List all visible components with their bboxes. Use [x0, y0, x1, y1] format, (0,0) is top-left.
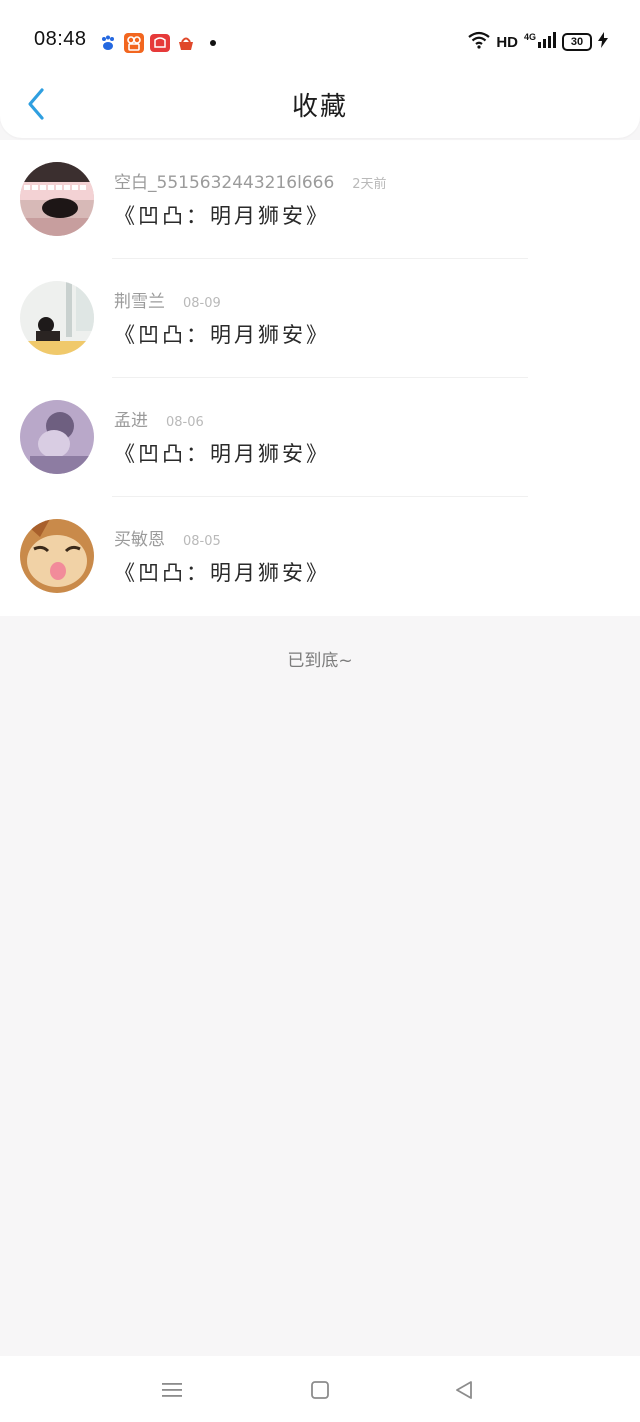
network-type: 4G	[523, 32, 536, 42]
kuaishou-icon	[124, 33, 144, 53]
end-of-list-text: 已到底~	[287, 651, 353, 671]
avatar[interactable]	[20, 519, 94, 593]
item-meta: 孟进 08-06	[114, 406, 204, 431]
menu-button[interactable]	[158, 1376, 186, 1404]
item-meta: 空白_5515632443216l666 2天前	[114, 168, 387, 193]
item-time: 08-06	[166, 415, 204, 430]
gift-app-icon	[150, 33, 170, 53]
item-content: 《凹凸：明月狮安》	[114, 442, 330, 466]
status-right: HD 4G 30	[468, 30, 608, 54]
item-time: 2天前	[352, 177, 387, 192]
header: 08:48 HD 4G 30 收藏	[0, 0, 640, 138]
item-content: 《凹凸：明月狮安》	[114, 323, 330, 347]
page-title: 收藏	[291, 92, 348, 122]
status-bar: 08:48 HD 4G 30	[0, 0, 640, 80]
status-time: 08:48	[34, 28, 87, 50]
hd-indicator: HD	[496, 33, 518, 51]
user-name[interactable]: 空白_5515632443216l666	[114, 168, 334, 193]
battery-icon: 30	[562, 33, 592, 51]
item-meta: 买敏恩 08-05	[114, 525, 221, 550]
title-bar: 收藏	[0, 80, 640, 128]
user-name[interactable]: 孟进	[114, 406, 148, 431]
item-time: 08-09	[183, 296, 221, 311]
item-content: 《凹凸：明月狮安》	[114, 561, 330, 585]
list-item[interactable]: 空白_5515632443216l666 2天前 《凹凸：明月狮安》	[0, 140, 640, 259]
avatar[interactable]	[20, 400, 94, 474]
system-nav-bar	[0, 1356, 640, 1422]
basket-app-icon	[176, 33, 196, 53]
item-meta: 荆雪兰 08-09	[114, 287, 221, 312]
charging-icon	[598, 31, 608, 53]
back-triangle-icon	[456, 1381, 472, 1399]
item-content: 《凹凸：明月狮安》	[114, 204, 330, 228]
avatar[interactable]	[20, 281, 94, 355]
menu-icon	[162, 1383, 182, 1397]
baidu-paw-icon	[98, 33, 118, 53]
list-item[interactable]: 孟进 08-06 《凹凸：明月狮安》	[0, 378, 640, 497]
more-notifications-dot	[210, 40, 216, 46]
home-icon	[311, 1381, 329, 1399]
signal-icon	[538, 31, 556, 53]
user-name[interactable]: 荆雪兰	[114, 287, 165, 312]
user-name[interactable]: 买敏恩	[114, 525, 165, 550]
favorites-list: 空白_5515632443216l666 2天前 《凹凸：明月狮安》 荆雪兰 0…	[0, 140, 640, 616]
list-item[interactable]: 荆雪兰 08-09 《凹凸：明月狮安》	[0, 259, 640, 378]
list-item[interactable]: 买敏恩 08-05 《凹凸：明月狮安》	[0, 497, 640, 616]
avatar[interactable]	[20, 162, 94, 236]
wifi-icon	[468, 31, 490, 54]
back-nav-button[interactable]	[450, 1376, 478, 1404]
item-time: 08-05	[183, 534, 221, 549]
home-button[interactable]	[306, 1376, 334, 1404]
notification-icons	[98, 32, 216, 54]
